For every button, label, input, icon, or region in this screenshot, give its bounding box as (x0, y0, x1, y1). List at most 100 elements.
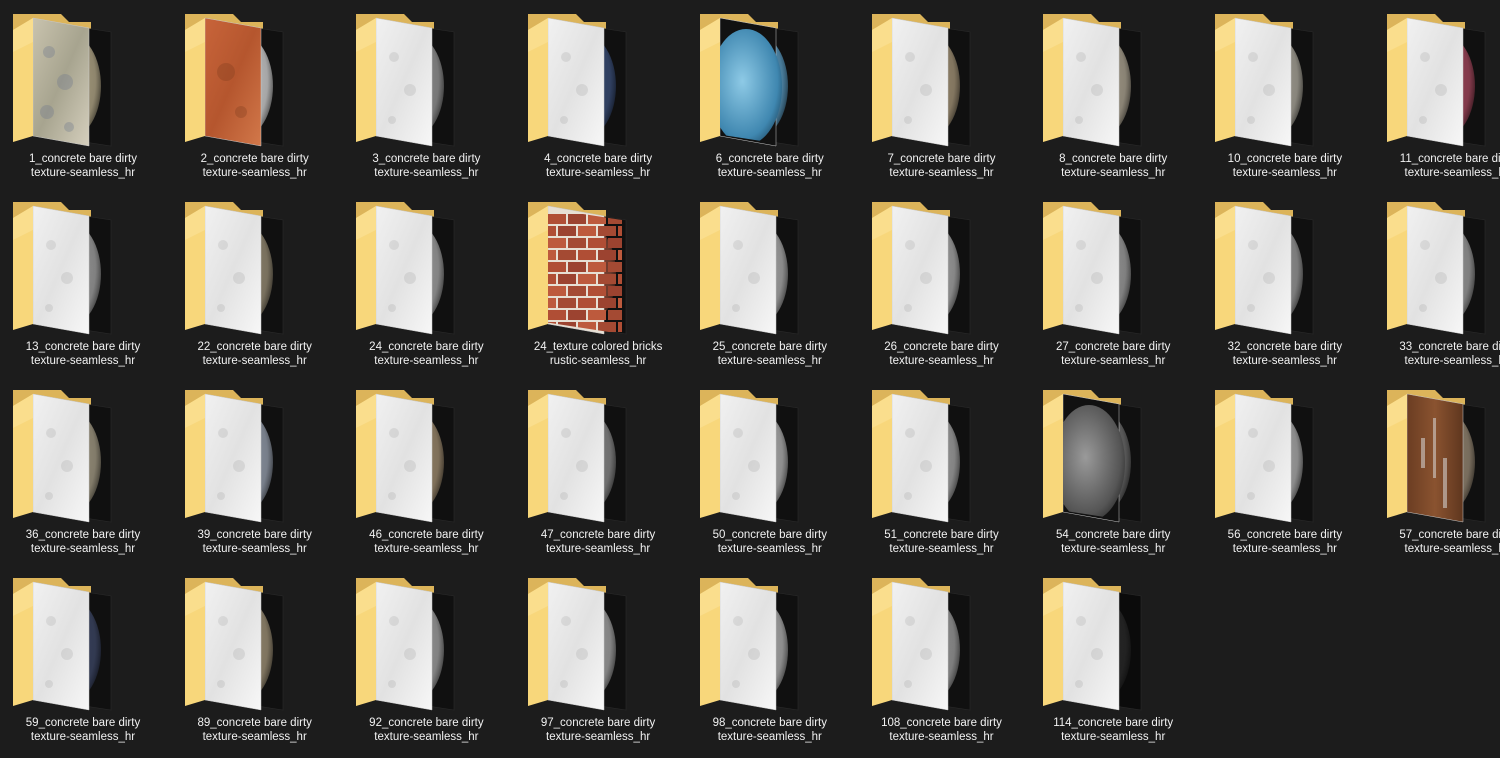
folder-label-line-1: 27_concrete bare dirty (1055, 341, 1171, 353)
folder-label: 27_concrete bare dirty texture-seamless_h… (1033, 341, 1193, 368)
folder-item[interactable]: 27_concrete bare dirty texture-seamless_h… (1033, 200, 1193, 380)
folder-label-line-1: 32_concrete bare dirty (1227, 341, 1343, 353)
folder-label-line-2: texture-seamless_hr (30, 354, 136, 367)
folder-item[interactable]: 1_concrete bare dirty texture-seamless_hr (3, 12, 163, 192)
folder-item[interactable]: 57_concrete bare dirtytexture-seamless_h… (1377, 388, 1500, 568)
folder-item[interactable]: 2_concrete bare dirty texture-seamless_hr (175, 12, 335, 192)
folder-icon (862, 388, 1022, 528)
folder-label-line-1: 10_concrete bare dirty (1227, 153, 1343, 165)
folder-label-line-2: texture-seamless_hr (1232, 542, 1337, 555)
folder-label-line-2: texture-seamless_hr (546, 542, 651, 555)
folder-item[interactable]: 98_concrete bare dirty texture-seamless_h… (690, 576, 850, 756)
folder-label-line-2: texture-seamless_hr (1232, 166, 1337, 179)
folder-label: 59_concrete bare dirty texture-seamless_h… (3, 717, 163, 744)
folder-label-line-2: texture-seamless_hr (1061, 730, 1166, 743)
folder-label-line-1: 47_concrete bare dirty (540, 529, 656, 541)
folder-label-line-1: 36_concrete bare dirty (25, 529, 141, 541)
folder-item[interactable]: 24_concrete bare dirty texture-seamless_h… (346, 200, 506, 380)
folder-label-line-2: texture-seamless_hr (202, 166, 307, 179)
folder-label-line-1: 98_concrete bare dirty (712, 717, 828, 729)
folder-label: 51_concrete bare dirty texture-seamless_h… (862, 529, 1022, 556)
folder-label: 1_concrete bare dirty texture-seamless_hr (3, 153, 163, 180)
folder-item[interactable]: 39_concrete bare dirty texture-seamless_h… (175, 388, 335, 568)
folder-icon (346, 200, 506, 340)
folder-label-line-1: 50_concrete bare dirty (712, 529, 828, 541)
folder-label-line-1: 7_concrete bare dirty (887, 153, 996, 165)
folder-item[interactable]: 7_concrete bare dirty texture-seamless_hr (862, 12, 1022, 192)
folder-label-line-1: 108_concrete bare dirty (881, 717, 1002, 729)
folder-label-line-2: texture-seamless_hr (374, 354, 479, 367)
folder-label-line-2: texture-seamless_hr (374, 542, 479, 555)
folder-label-line-1: 51_concrete bare dirty (884, 529, 999, 541)
folder-icon (518, 576, 678, 716)
folder-label-line-1: 89_concrete bare dirty (197, 717, 312, 729)
folder-icon (1205, 388, 1365, 528)
folder-label: 46_concrete bare dirty texture-seamless_h… (346, 529, 506, 556)
folder-item[interactable]: 3_concrete bare dirty texture-seamless_hr (346, 12, 506, 192)
folder-label-line-2: texture-seamless_hr (30, 730, 136, 743)
folder-item[interactable]: 10_concrete bare dirty texture-seamless_h… (1205, 12, 1365, 192)
folder-label-line-1: 11_concrete bare dirty (1399, 153, 1500, 165)
folder-label: 50_concrete bare dirty texture-seamless_h… (690, 529, 850, 556)
folder-item[interactable]: 108_concrete bare dirty texture-seamless_… (862, 576, 1022, 756)
folder-item[interactable]: 24_texture colored bricks rustic-seamless… (518, 200, 678, 380)
folder-item[interactable]: 47_concrete bare dirty texture-seamless_h… (518, 388, 678, 568)
folder-item[interactable]: 59_concrete bare dirty texture-seamless_h… (3, 576, 163, 756)
folder-icon (346, 388, 506, 528)
folder-item[interactable]: 8_concrete bare dirty texture-seamless_hr (1033, 12, 1193, 192)
folder-label: 33_concrete bare dirtytexture-seamless_h… (1377, 341, 1500, 368)
folder-label-line-2: texture-seamless_hr (717, 354, 822, 367)
folder-icon (1377, 388, 1500, 528)
folder-item[interactable]: 51_concrete bare dirty texture-seamless_h… (862, 388, 1022, 568)
folder-icon (690, 200, 850, 340)
folder-label-line-2: texture-seamless_hr (889, 354, 994, 367)
folder-item[interactable]: 13_concrete bare dirty texture-seamless_h… (3, 200, 163, 380)
folder-label: 24_concrete bare dirty texture-seamless_h… (346, 341, 506, 368)
folder-label: 57_concrete bare dirtytexture-seamless_h… (1377, 529, 1500, 556)
folder-item[interactable]: 22_concrete bare dirty texture-seamless_h… (175, 200, 335, 380)
folder-icon (518, 200, 678, 340)
folder-label-line-2: texture-seamless_hr (889, 730, 994, 743)
folder-item[interactable]: 25_concrete bare dirty texture-seamless_h… (690, 200, 850, 380)
folder-icon (1377, 12, 1500, 152)
folder-label: 47_concrete bare dirty texture-seamless_h… (518, 529, 678, 556)
folder-label: 13_concrete bare dirty texture-seamless_h… (3, 341, 163, 368)
folder-label-line-2: texture-seamless_hr (202, 354, 307, 367)
folder-label-line-2: texture-seamless_hr (717, 166, 822, 179)
folder-item[interactable]: 54_concrete bare dirty texture-seamless_h… (1033, 388, 1193, 568)
folder-icon (3, 388, 163, 528)
folder-item[interactable]: 26_concrete bare dirty texture-seamless_h… (862, 200, 1022, 380)
folder-label: 36_concrete bare dirty texture-seamless_h… (3, 529, 163, 556)
folder-item[interactable]: 6_concrete bare dirty texture-seamless_hr (690, 12, 850, 192)
folder-item[interactable]: 36_concrete bare dirty texture-seamless_h… (3, 388, 163, 568)
folder-label-line-2: texture-seamless_hr (1232, 354, 1337, 367)
folder-item[interactable]: 4_concrete bare dirty texture-seamless_hr (518, 12, 678, 192)
folder-label-line-2: texture-seamless_hr (546, 730, 651, 743)
folder-item[interactable]: 46_concrete bare dirty texture-seamless_h… (346, 388, 506, 568)
folder-item[interactable]: 89_concrete bare dirty texture-seamless_h… (175, 576, 335, 756)
folder-label-line-1: 59_concrete bare dirty (25, 717, 141, 729)
folder-item[interactable]: 56_concrete bare dirty texture-seamless_h… (1205, 388, 1365, 568)
folder-label-line-1: 33_concrete bare dirty (1399, 341, 1500, 353)
folder-item[interactable]: 97_concrete bare dirty texture-seamless_h… (518, 576, 678, 756)
folder-label-line-2: texture-seamless_hr (889, 542, 994, 555)
folder-icon (862, 12, 1022, 152)
folder-icon (175, 200, 335, 340)
folder-item[interactable]: 50_concrete bare dirty texture-seamless_h… (690, 388, 850, 568)
folder-label-line-2: texture-seamless_hr (202, 730, 307, 743)
folder-label-line-2: texture-seamless_hr (717, 730, 822, 743)
folder-icon (175, 576, 335, 716)
folder-item[interactable]: 11_concrete bare dirtytexture-seamless_h… (1377, 12, 1500, 192)
folder-item[interactable]: 33_concrete bare dirtytexture-seamless_h… (1377, 200, 1500, 380)
folder-item[interactable]: 114_concrete bare dirty texture-seamless_… (1033, 576, 1193, 756)
folder-label-line-2: texture-seamless_hr (717, 542, 822, 555)
folder-item[interactable]: 92_concrete bare dirty texture-seamless_h… (346, 576, 506, 756)
folder-label-line-1: 22_concrete bare dirty (197, 341, 312, 353)
folder-label-line-2: texture-seamless_hr (1404, 166, 1500, 179)
folder-item[interactable]: 32_concrete bare dirty texture-seamless_h… (1205, 200, 1365, 380)
folder-icon (3, 576, 163, 716)
folder-label: 26_concrete bare dirty texture-seamless_h… (862, 341, 1022, 368)
folder-icon (3, 12, 163, 152)
folder-label-line-1: 2_concrete bare dirty (200, 153, 309, 165)
folder-label: 24_texture colored bricks rustic-seamless… (518, 341, 678, 368)
